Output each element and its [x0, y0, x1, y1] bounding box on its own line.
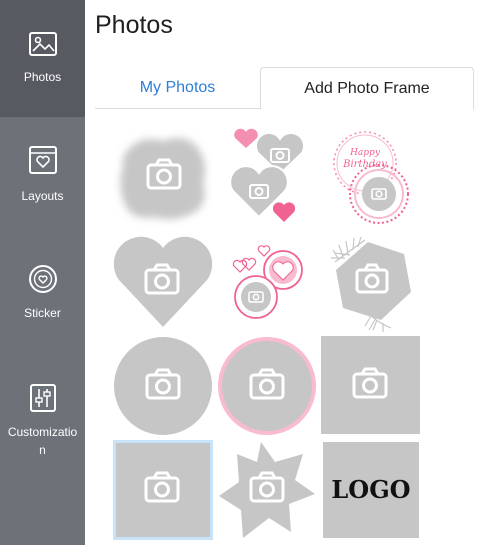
- tab-my-photos[interactable]: My Photos: [95, 67, 260, 109]
- frame-circle-pink-ring[interactable]: [217, 336, 317, 436]
- frame-star[interactable]: [217, 440, 317, 540]
- circle-pink-ring-frame-shape: [218, 337, 316, 435]
- frame-cloud[interactable]: [113, 127, 213, 227]
- birthday-frame-shape: Happy Birthday: [333, 131, 409, 224]
- tab-add-photo-frame[interactable]: Add Photo Frame: [260, 67, 474, 110]
- sidebar-item-label: Layouts: [21, 189, 64, 203]
- birthday-text-happy: Happy: [349, 148, 381, 158]
- logo-text: LOGO: [331, 475, 410, 504]
- sidebar-item-sticker[interactable]: Sticker: [0, 264, 85, 322]
- frame-hexagon-leaf[interactable]: [321, 232, 421, 332]
- layout-heart-icon: [28, 146, 57, 174]
- image-icon: [28, 32, 57, 56]
- frame-square-blue-border[interactable]: [113, 440, 213, 540]
- sidebar: Photos Layouts Sticker Customization: [0, 0, 85, 545]
- frame-square[interactable]: [321, 336, 421, 436]
- frame-birthday[interactable]: Happy Birthday: [321, 127, 421, 227]
- square-blue-border-frame-shape: [113, 440, 213, 540]
- frame-circle[interactable]: [113, 336, 213, 436]
- star-frame-shape: [219, 442, 315, 538]
- sidebar-item-photos[interactable]: Photos: [0, 0, 85, 117]
- square-frame-shape: [321, 336, 420, 434]
- sidebar-item-label: Sticker: [24, 306, 61, 320]
- sidebar-item-label: Photos: [23, 70, 62, 84]
- main-panel: Photos My Photos Add Photo Frame Happy B…: [85, 0, 479, 545]
- logo-frame-shape: LOGO: [323, 442, 419, 538]
- tab-bar: My Photos Add Photo Frame: [95, 67, 474, 110]
- frame-heart-bubbles[interactable]: [227, 232, 327, 332]
- page-title: Photos: [95, 11, 173, 39]
- hexagon-leaf-frame-shape: [331, 236, 411, 332]
- sidebar-item-customization[interactable]: Customization: [0, 383, 85, 459]
- sidebar-item-label: Customization: [7, 425, 78, 457]
- sidebar-item-layouts[interactable]: Layouts: [0, 145, 85, 205]
- sticker-icon: [28, 265, 57, 293]
- frame-heart[interactable]: [113, 232, 213, 332]
- frame-hearts[interactable]: [227, 127, 327, 227]
- cloud-frame-shape: [120, 138, 205, 220]
- heart-bubbles-frame-shape: [232, 245, 303, 319]
- frame-logo[interactable]: LOGO: [321, 440, 421, 540]
- sliders-icon: [29, 384, 56, 412]
- hearts-frame-shape: [229, 128, 305, 222]
- heart-frame-shape: [113, 236, 213, 327]
- circle-frame-shape: [114, 337, 212, 435]
